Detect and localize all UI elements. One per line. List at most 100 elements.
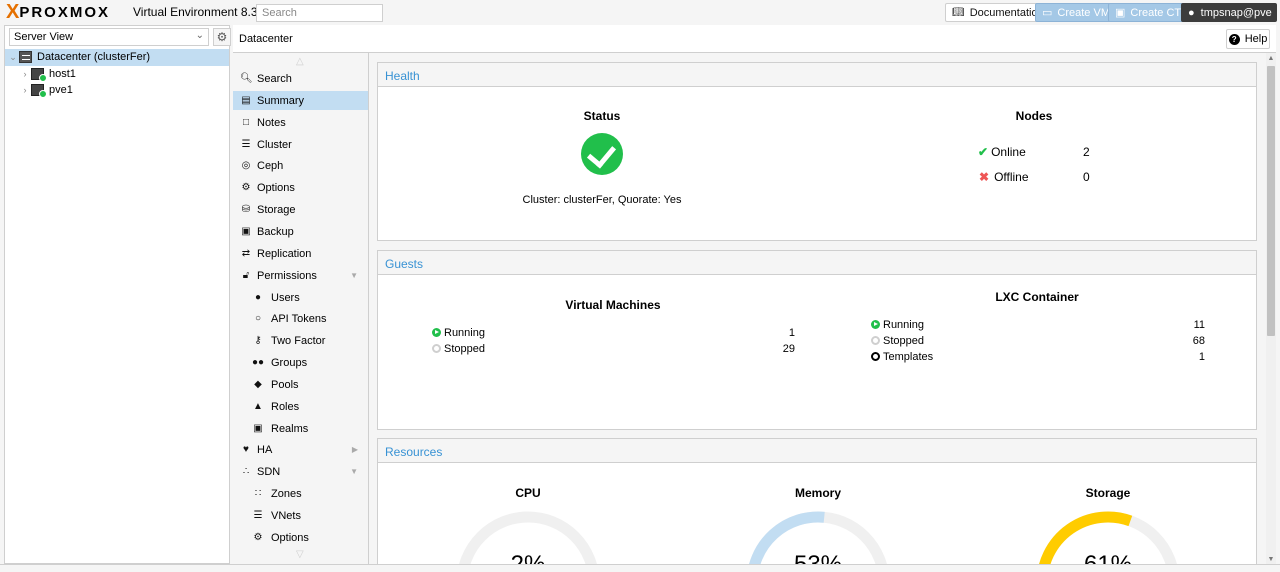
- collapse-icon[interactable]: ⌄: [7, 52, 19, 63]
- nav-label: Pools: [271, 378, 299, 391]
- nav-item-cluster[interactable]: ☰ Cluster: [233, 135, 368, 154]
- health-header: Health: [378, 63, 1256, 87]
- vm-stopped-label: Stopped: [444, 343, 485, 355]
- view-selector[interactable]: Server View ⌄: [9, 28, 209, 46]
- nav-label: Replication: [257, 247, 312, 260]
- vm-stopped-count: 29: [782, 343, 795, 355]
- scroll-down-arrow[interactable]: ▼: [1266, 556, 1276, 563]
- datacenter-icon: [19, 51, 32, 64]
- nav-label: Zones: [271, 487, 302, 500]
- book-icon: ▤: [241, 95, 251, 106]
- nav-item-groups[interactable]: ●● Groups: [233, 353, 368, 372]
- stopped-icon: [432, 343, 441, 353]
- heartbeat-icon: ♥: [243, 444, 249, 455]
- nav-item-users[interactable]: ● Users: [233, 288, 368, 307]
- collapse-icon[interactable]: ▼: [350, 271, 358, 280]
- nav-item-storage[interactable]: ⛁ Storage: [233, 200, 368, 219]
- nav-label: Two Factor: [271, 334, 326, 347]
- nav-item-vnets[interactable]: ☰ VNets: [233, 506, 368, 525]
- server-icon: ☰: [241, 139, 251, 150]
- online-label: Online: [991, 145, 1026, 159]
- address-book-icon: ▣: [253, 423, 263, 434]
- create-vm-button[interactable]: ▭ Create VM: [1035, 3, 1117, 22]
- nav-item-replication[interactable]: ⇄ Replication: [233, 244, 368, 263]
- resource-tree-panel: Server View ⌄ ⚙ ⌄ Datacenter (clusterFer…: [4, 25, 231, 564]
- tree-item-pve1-label: pve1: [49, 84, 73, 97]
- offline-label: Offline: [994, 170, 1029, 184]
- nav-item-notes[interactable]: □ Notes: [233, 113, 368, 132]
- nav-label: Permissions: [257, 269, 317, 282]
- scroll-up-icon[interactable]: △: [296, 56, 304, 67]
- user-icon: ●: [1188, 6, 1195, 19]
- nav-item-pools[interactable]: ◆ Pools: [233, 375, 368, 394]
- offline-count: 0: [1083, 170, 1090, 184]
- expand-icon[interactable]: ▶: [352, 445, 358, 454]
- nav-item-permissions[interactable]: 🔓︎ Permissions ▼: [233, 266, 368, 285]
- content-header: Datacenter ? Help: [233, 25, 1276, 53]
- cluster-status-text: Cluster: clusterFer, Quorate: Yes: [522, 194, 682, 206]
- nodes-title: Nodes: [1015, 109, 1053, 123]
- guests-header: Guests: [378, 251, 1256, 275]
- nav-item-backup[interactable]: ▣ Backup: [233, 222, 368, 241]
- nav-item-api-tokens[interactable]: ○ API Tokens: [233, 309, 368, 328]
- nav-item-search[interactable]: 🔍︎ Search: [233, 69, 368, 88]
- nav-item-ceph[interactable]: ◎ Ceph: [233, 156, 368, 175]
- create-ct-button[interactable]: ▣ Create CT: [1108, 3, 1189, 22]
- lxc-templates-row: Templates: [871, 351, 933, 363]
- cpu-value: 2%: [511, 551, 546, 564]
- nav-item-two-factor[interactable]: ⚷ Two Factor: [233, 331, 368, 350]
- storage-value: 61%: [1084, 551, 1132, 564]
- logo-text: PROXMOX: [19, 4, 111, 21]
- tags-icon: ◆: [254, 379, 262, 390]
- nav-item-sdn-options[interactable]: ⚙ Options: [233, 528, 368, 547]
- tree-item-datacenter[interactable]: ⌄ Datacenter (clusterFer): [5, 49, 229, 66]
- proxmox-logo[interactable]: X PROXMOX: [6, 1, 111, 23]
- search-input[interactable]: [256, 4, 383, 22]
- scrollbar-thumb[interactable]: [1267, 66, 1275, 336]
- nav-item-sdn[interactable]: ∴ SDN ▼: [233, 462, 368, 481]
- nav-item-options[interactable]: ⚙ Options: [233, 178, 368, 197]
- nav-item-summary[interactable]: ▤ Summary: [233, 91, 368, 110]
- expand-icon[interactable]: ›: [19, 69, 31, 79]
- scroll-down-icon[interactable]: ▽: [296, 549, 304, 560]
- vm-running-count: 1: [788, 327, 795, 339]
- nav-item-zones[interactable]: ∷ Zones: [233, 484, 368, 503]
- resource-gauges: 2% 53% 61%: [459, 511, 1177, 564]
- status-title: Status: [583, 109, 621, 123]
- nav-item-realms[interactable]: ▣ Realms: [233, 419, 368, 438]
- nav-item-ha[interactable]: ♥ HA ▶: [233, 440, 368, 459]
- question-circle-icon: ?: [1228, 33, 1240, 45]
- vm-running-label: Running: [444, 327, 485, 339]
- nav-label: Ceph: [257, 159, 284, 172]
- user-icon: ●: [254, 292, 262, 303]
- nav-label: Options: [271, 531, 309, 544]
- nav-item-roles[interactable]: ▲ Roles: [233, 397, 368, 416]
- guests-section: Guests Virtual Machines Running 1 Stoppe…: [377, 250, 1257, 430]
- nav-label: Users: [271, 291, 300, 304]
- male-icon: ▲: [253, 401, 263, 412]
- resources-section: Resources CPU Memory Storage 2% 53% 61%: [377, 438, 1257, 564]
- user-menu-button[interactable]: ● tmpsnap@pve: [1181, 3, 1277, 22]
- gear-icon: ⚙: [216, 30, 228, 44]
- scroll-up-arrow[interactable]: ▲: [1266, 55, 1276, 62]
- logo-x: X: [6, 1, 19, 23]
- nav-label: API Tokens: [271, 312, 327, 325]
- tree-settings-button[interactable]: ⚙: [213, 28, 231, 46]
- nav-label: VNets: [271, 509, 301, 522]
- version-label: Virtual Environment 8.3.0: [133, 5, 268, 19]
- node-online-icon: [31, 84, 47, 99]
- search-icon: 🔍︎: [240, 73, 253, 84]
- view-selector-value: Server View: [14, 31, 74, 43]
- check-icon: ✔: [978, 145, 989, 159]
- tree-item-pve1[interactable]: › pve1: [5, 82, 229, 99]
- task-log-bar[interactable]: [0, 564, 1280, 572]
- collapse-icon[interactable]: ▼: [350, 467, 358, 476]
- help-button[interactable]: ? Help: [1226, 29, 1270, 49]
- key-icon: ⚷: [254, 335, 262, 346]
- lxc-templates-count: 1: [1198, 351, 1205, 363]
- nav-label: Summary: [257, 94, 305, 107]
- tree-item-host1[interactable]: › host1: [5, 66, 229, 83]
- template-icon: [871, 351, 880, 361]
- nodes-offline-row: ✖ Offline: [978, 170, 1029, 184]
- expand-icon[interactable]: ›: [19, 85, 31, 95]
